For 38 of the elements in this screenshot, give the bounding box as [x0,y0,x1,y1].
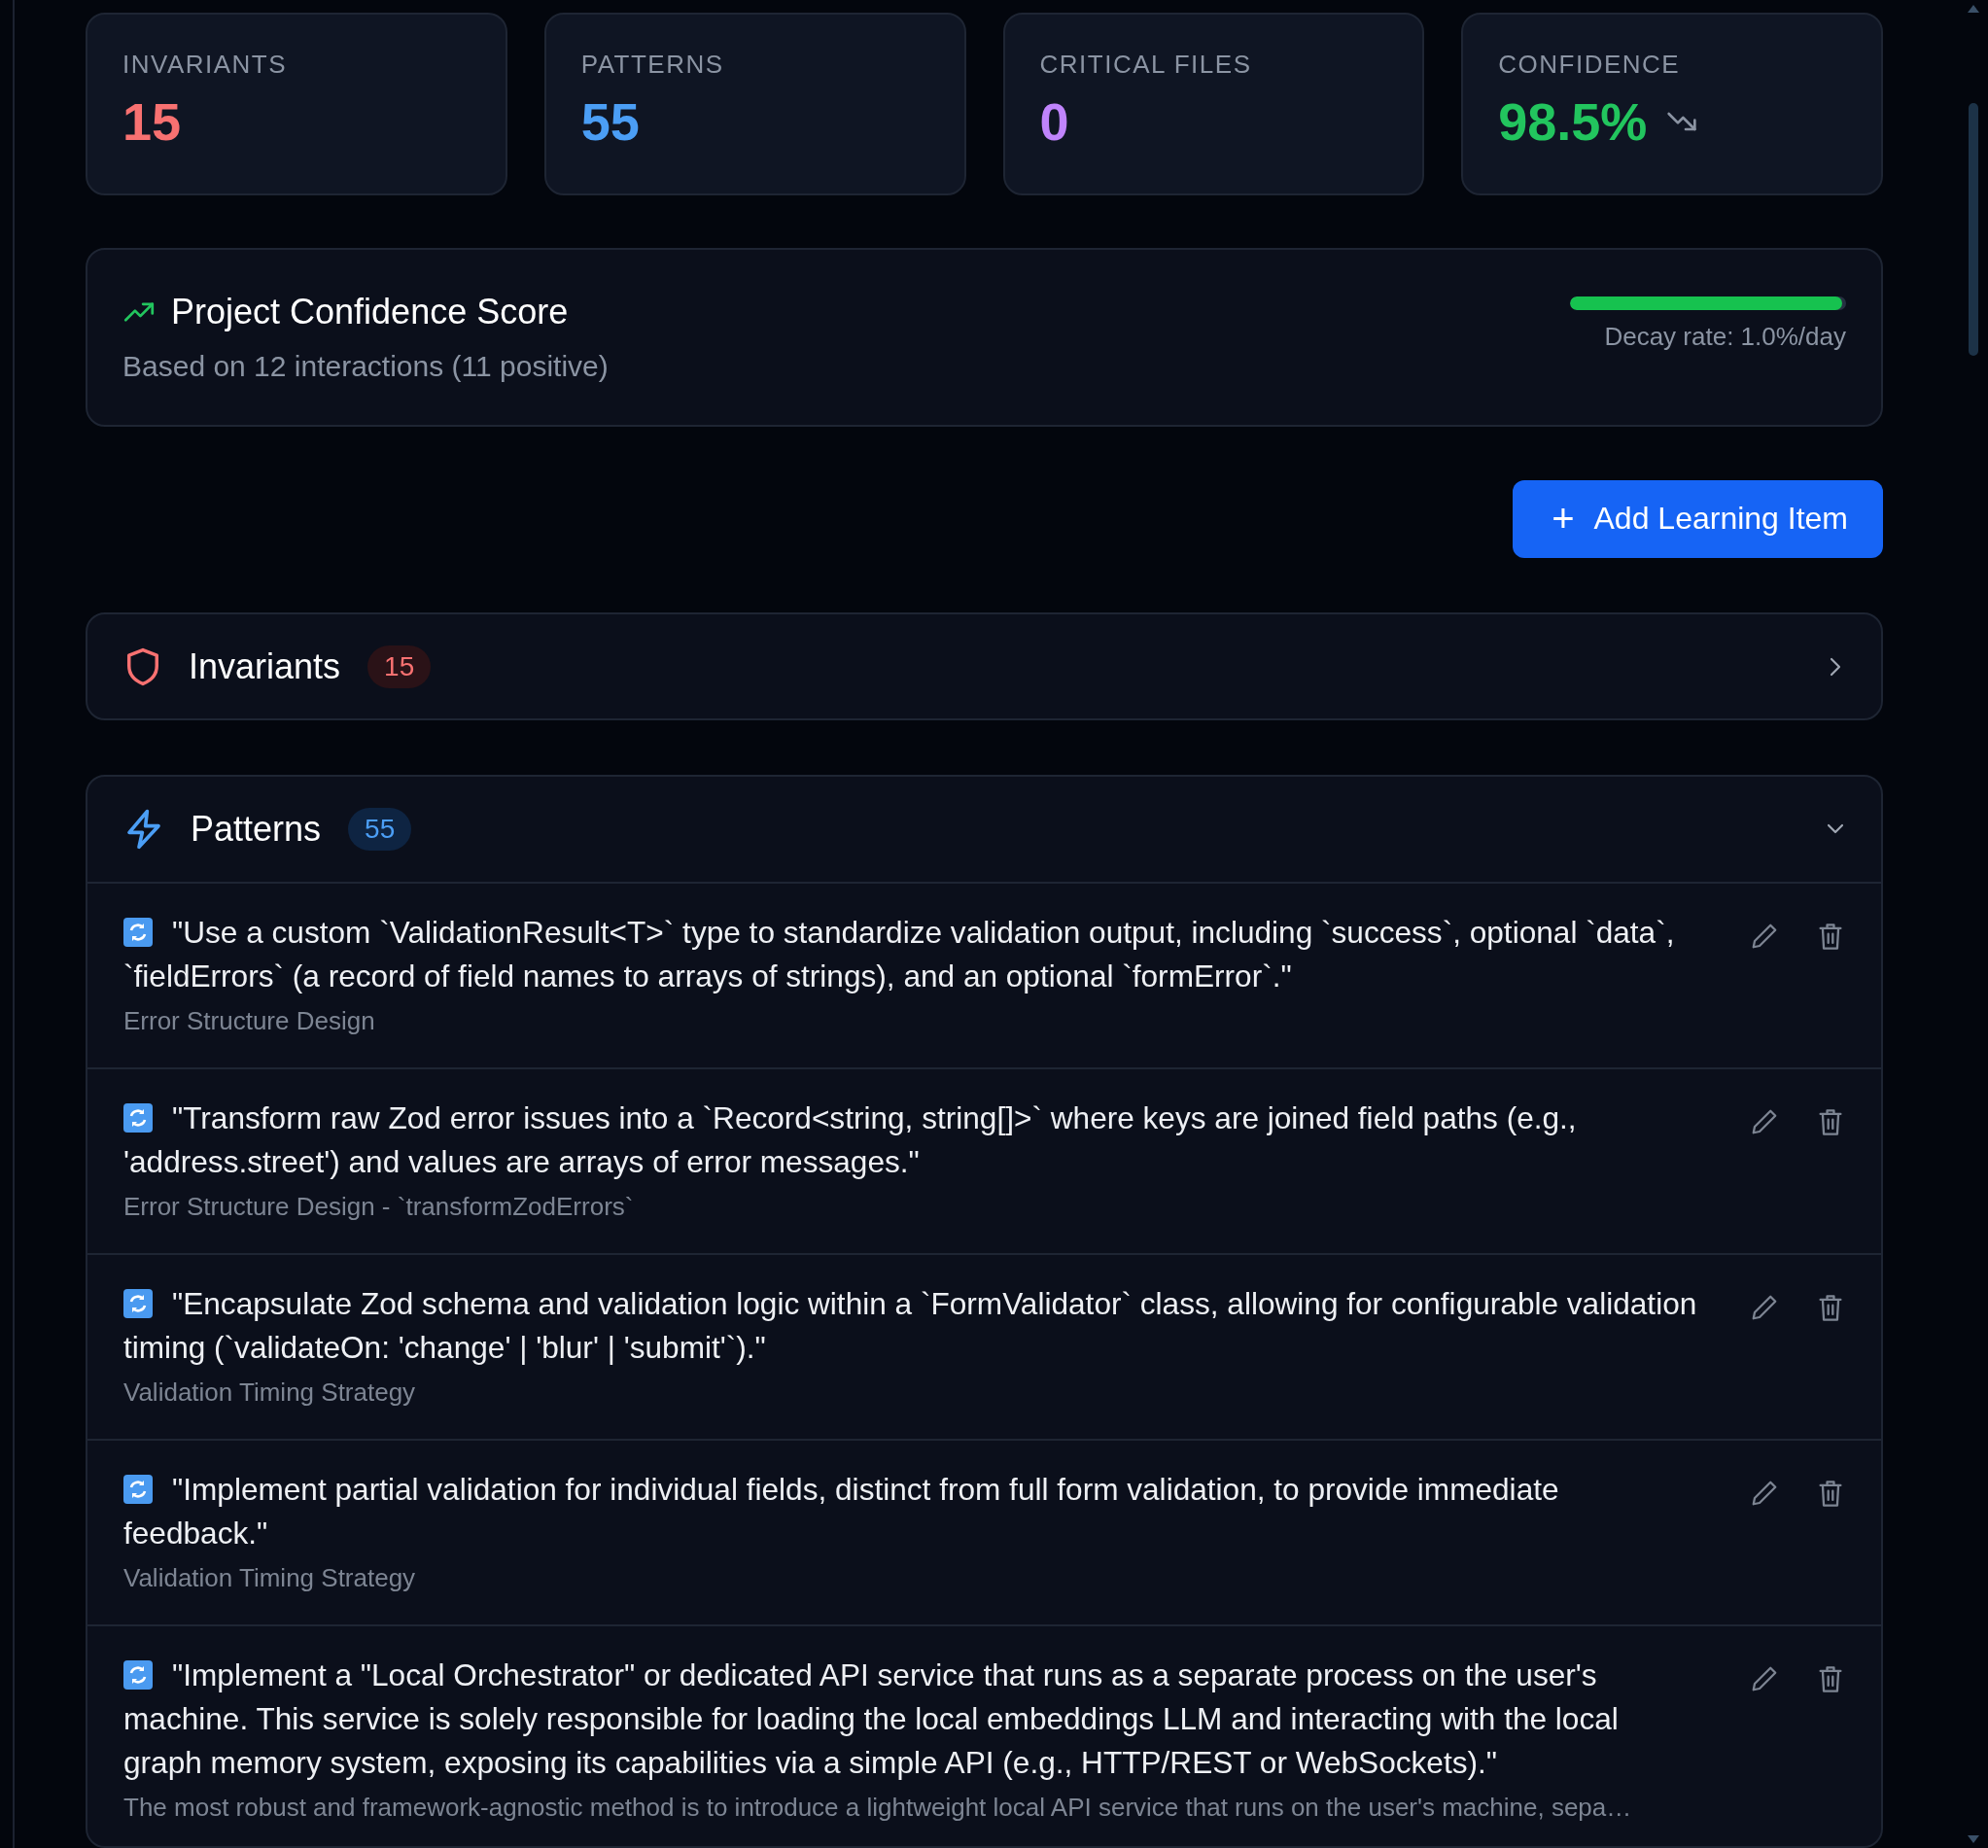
count-badge: 15 [367,645,432,688]
pattern-source: Validation Timing Strategy [123,1377,417,1409]
stat-value: 0 [1039,91,1069,152]
lightning-icon [124,808,163,852]
pattern-text: "Encapsulate Zod schema and validation logic within a `FormValidator` class, allowing for configurable validation timing (`validateOn: 'change' | 'blur' | 'submit'`)." [123,1285,1698,1368]
pattern-source: Error Structure Design - `transformZodErrors` [123,1192,635,1223]
section-header[interactable]: Invariants 15 [87,613,1881,719]
scrollbar-thumb[interactable] [1969,103,1978,356]
confidence-title: Project Confidence Score [171,291,569,332]
stat-label: INVARIANTS [122,50,289,80]
count-badge: 55 [348,808,412,852]
section-title: Patterns [191,809,322,851]
refresh-icon [123,918,153,948]
pattern-source: Error Structure Design [123,1006,376,1037]
stat-value: 98.5% [1498,91,1648,152]
pattern-text: "Implement a "Local Orchestrator" or dedicated API service that runs as a separate process on the user's machine. This service is solely responsible for loading the local embeddings LLM and interacting with the local graph memory system, exposing its capabilities via a simple API (e.g., HTTP/REST or WebSockets)." [123,1656,1620,1783]
section-header[interactable]: Patterns 55 [87,777,1881,883]
decay-rate: Decay rate: 1.0%/day [1604,322,1846,353]
pattern-text: "Use a custom `ValidationResult<T>` type to standardize validation output, including `success`, optional `data`, `fieldErrors` (a record of field names to arrays of strings), and an optional `formError`." [123,914,1676,996]
stat-value: 15 [122,91,182,152]
trend-up-icon [122,300,156,323]
refresh-icon [123,1475,153,1505]
stat-label: PATTERNS [580,50,725,80]
shield-icon [124,645,161,687]
pattern-source: Validation Timing Strategy [123,1563,417,1594]
stat-label: CRITICAL FILES [1039,50,1253,80]
add-learning-item-button[interactable]: + Add Learning Item [1513,479,1883,558]
pattern-text: "Transform raw Zod error issues into a `Record<string, string[]>` where keys are joined field paths (e.g., 'address.street') and values are arrays of error messages." [123,1099,1578,1182]
refresh-icon [123,1289,153,1319]
refresh-icon [123,1660,153,1691]
trend-down-icon [1666,110,1698,133]
stat-label: CONFIDENCE [1498,50,1682,80]
refresh-icon [123,1103,153,1133]
pattern-source: The most robust and framework-agnostic method is to introduce a lightweight local API service that runs on the user's machine, sepa… [123,1793,1633,1824]
stat-value: 55 [580,91,640,152]
confidence-subtitle: Based on 12 interactions (11 positive) [122,349,609,383]
section-title: Invariants [189,645,341,687]
pattern-text: "Implement partial validation for individual fields, distinct from full form validation, to provide immediate feedback." [123,1471,1560,1553]
